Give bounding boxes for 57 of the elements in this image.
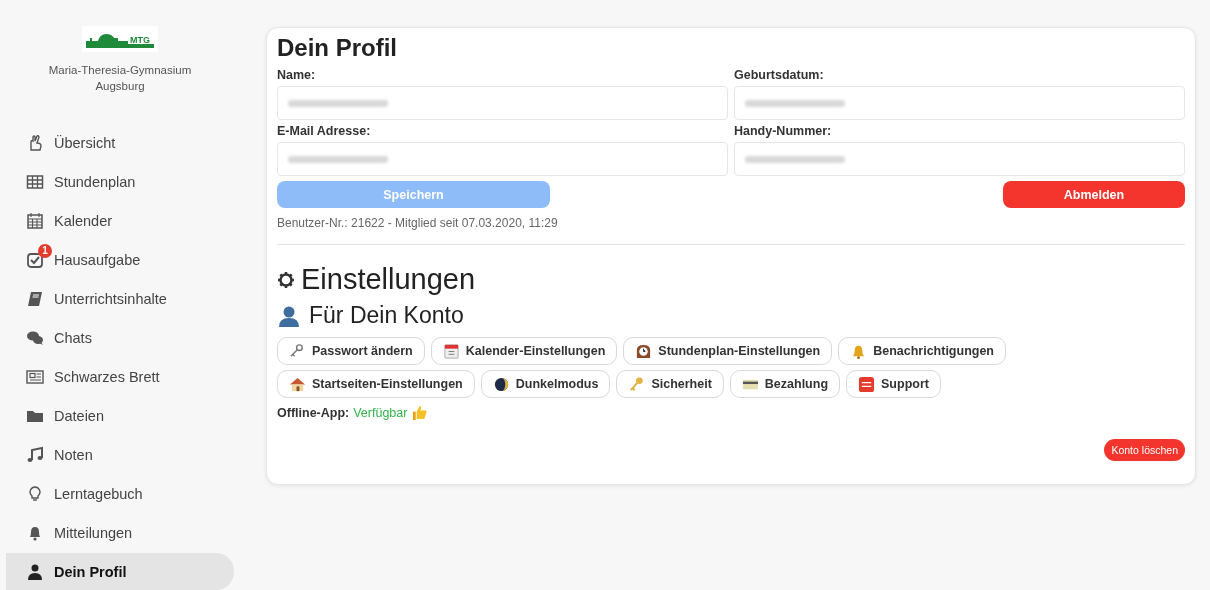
settings-button[interactable]: Bezahlung: [729, 370, 841, 398]
sidebar-item[interactable]: Dateien: [6, 397, 234, 434]
key-icon: [628, 375, 646, 393]
table-icon: [26, 172, 44, 191]
field-label: E-Mail Adresse:: [277, 124, 372, 138]
person-icon: [26, 562, 44, 581]
book-icon: [26, 289, 44, 308]
settings-button[interactable]: Kalender-Einstellungen: [430, 337, 618, 365]
settings-button[interactable]: Support: [846, 370, 941, 398]
sidebar-item[interactable]: Stundenplan: [6, 163, 234, 200]
sos-icon: [858, 375, 876, 393]
input-field[interactable]: [277, 86, 728, 120]
input-field[interactable]: [734, 142, 1185, 176]
delete-account-button[interactable]: Konto löschen: [1104, 439, 1185, 461]
settings-button[interactable]: Benachrichtigungen: [838, 337, 1006, 365]
settings-icon: [277, 270, 295, 289]
newspaper-icon: [26, 367, 44, 386]
school-logo: MTG: [82, 26, 158, 52]
account-info: Benutzer-Nr.: 21622 - Mitglied seit 07.03.2020, 11:29: [277, 216, 1185, 245]
checkbox-icon: [26, 250, 44, 269]
sidebar-item[interactable]: Hausaufgabe 1: [6, 241, 234, 278]
moon-icon: [492, 375, 510, 393]
sidebar-item[interactable]: Unterrichtsinhalte: [6, 280, 234, 317]
offline-label: Offline-App:: [277, 405, 350, 420]
sidebar-item[interactable]: Kalender: [6, 202, 234, 239]
settings-button[interactable]: Passwort ändern: [277, 337, 425, 365]
school-name: Maria-Theresia-Gymnasium Augsburg: [47, 63, 193, 94]
calendar-icon: [442, 342, 460, 360]
thumbs-up-icon: [411, 404, 429, 421]
page-title: Dein Profil: [277, 34, 398, 62]
offline-status: Verfügbar: [353, 405, 408, 420]
sidebar-item[interactable]: Dein Profil: [6, 553, 234, 590]
sidebar-item[interactable]: Lerntagebuch: [6, 475, 234, 512]
sidebar-item[interactable]: Noten: [6, 436, 234, 473]
settings-button[interactable]: Startseiten-Einstellungen: [277, 370, 475, 398]
key-icon: [289, 342, 306, 360]
music-note-icon: [26, 445, 44, 464]
input-field[interactable]: [734, 86, 1185, 120]
section-subtitle: Für Dein Konto: [309, 302, 464, 329]
clock-icon: [635, 342, 653, 360]
sidebar-item[interactable]: Chats: [6, 319, 234, 356]
lightbulb-icon: [26, 484, 44, 503]
calendar-icon: [26, 211, 44, 230]
section-title: Einstellungen: [301, 263, 476, 296]
input-field[interactable]: [277, 142, 728, 176]
field-label: Geburtsdatum:: [734, 68, 825, 82]
house-icon: [289, 375, 306, 393]
settings-button[interactable]: Sicherheit: [616, 370, 724, 398]
field-label: Handy-Nummer:: [734, 124, 833, 138]
sidebar-item[interactable]: Mitteilungen: [6, 514, 234, 551]
field-label: Name:: [277, 68, 317, 82]
notification-badge: 1: [38, 244, 52, 258]
logout-button[interactable]: Abmelden: [1003, 181, 1185, 208]
settings-button[interactable]: Stundenplan-Einstellungen: [623, 337, 833, 365]
sidebar-item[interactable]: Übersicht: [6, 124, 234, 161]
sidebar-item[interactable]: Schwarzes Brett: [6, 358, 234, 395]
settings-button[interactable]: Dunkelmodus: [480, 370, 611, 398]
